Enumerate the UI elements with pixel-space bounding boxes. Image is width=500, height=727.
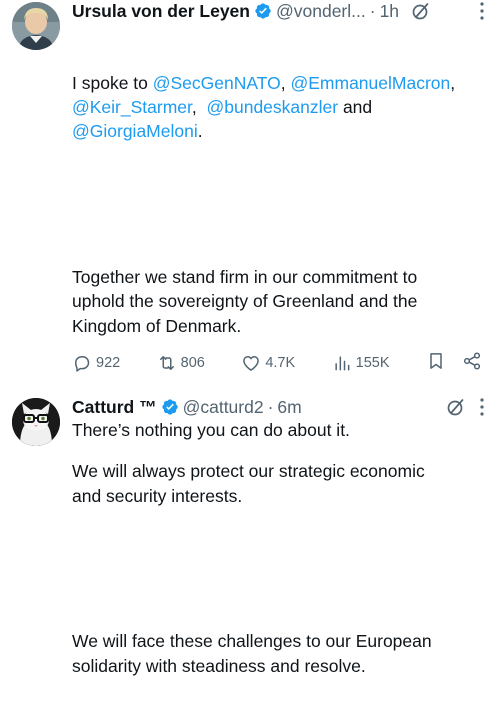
reply-button[interactable]: 922 — [72, 353, 120, 373]
tweet-feed: Ursula von der Leyen @vonderl... · 1h I … — [0, 0, 500, 676]
grok-icon[interactable] — [411, 1, 431, 21]
like-count: 4.7K — [265, 355, 296, 371]
author-name[interactable]: Ursula von der Leyen — [72, 1, 250, 22]
more-icon[interactable] — [474, 396, 490, 418]
reply-count: 922 — [96, 355, 121, 371]
timestamp[interactable]: 1h — [380, 1, 399, 22]
bookmark-icon[interactable] — [426, 351, 446, 375]
tweet-secondary-actions — [426, 351, 482, 375]
tweet-paragraph: We will always protect our strategic eco… — [72, 461, 425, 506]
connector: and — [342, 96, 373, 117]
mention-giorgiameloni[interactable]: @GiorgiaMeloni — [72, 121, 198, 141]
timestamp[interactable]: 6m — [277, 397, 301, 418]
like-button[interactable]: 4.7K — [241, 353, 295, 373]
verified-badge-icon — [254, 2, 272, 20]
like-icon — [243, 356, 260, 371]
more-icon[interactable] — [474, 0, 490, 22]
avatar[interactable] — [12, 2, 60, 50]
repost-button[interactable]: 806 — [157, 353, 205, 373]
author-handle[interactable]: @catturd2 — [183, 397, 264, 418]
tweet-header: Catturd ™ @catturd2 · 6m — [72, 396, 492, 418]
views-button[interactable]: 155K — [332, 353, 390, 373]
separator-dot: · — [267, 396, 274, 417]
tweet-body: Catturd ™ @catturd2 · 6m There’s nothing… — [72, 396, 492, 442]
tweet-paragraph: Together we stand firm in our commitment… — [72, 266, 418, 336]
grok-icon[interactable] — [446, 397, 466, 417]
separator-dot: · — [369, 0, 376, 21]
avatar[interactable] — [12, 398, 60, 446]
reply-icon — [75, 356, 90, 372]
tweet-text: There’s nothing you can do about it. — [72, 420, 350, 440]
tweet-paragraph: We will face these challenges to our Eur… — [72, 631, 432, 676]
repost-count: 806 — [180, 355, 205, 371]
share-icon[interactable] — [462, 351, 482, 375]
mention-bundeskanzler[interactable]: @bundeskanzler — [206, 97, 338, 117]
tweet-intro: I spoke to @SecGenNATO, @EmmanuelMacron,… — [72, 71, 492, 144]
mention-secgennato[interactable]: @SecGenNATO — [153, 73, 281, 93]
tweet-header: Ursula von der Leyen @vonderl... · 1h — [72, 0, 492, 22]
connector: . — [197, 121, 203, 142]
mention-emmanuelmacron[interactable]: @EmmanuelMacron — [290, 73, 450, 93]
connector: , — [191, 96, 207, 117]
views-icon — [335, 356, 350, 371]
views-count: 155K — [355, 355, 390, 371]
tweet-actions: 922 806 4.7K 155K — [72, 350, 482, 376]
repost-icon — [159, 356, 174, 370]
connector: , — [450, 72, 456, 93]
mention-keir-starmer[interactable]: @Keir_Starmer — [72, 97, 192, 117]
intro-text: I spoke to — [72, 72, 153, 93]
verified-badge-icon — [161, 398, 179, 416]
author-handle[interactable]: @vonderl... — [276, 1, 366, 22]
author-name[interactable]: Catturd ™ — [72, 397, 157, 418]
